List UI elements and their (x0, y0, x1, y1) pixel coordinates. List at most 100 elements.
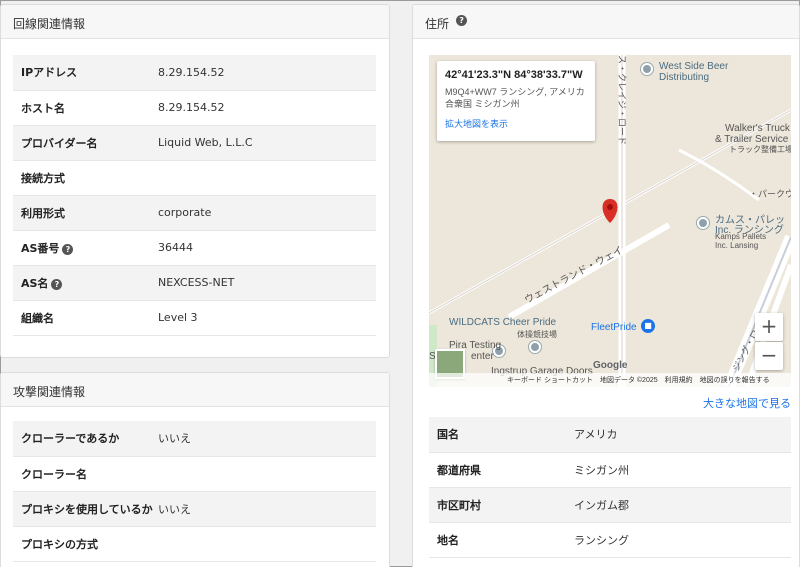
row-key: クローラーであるか (13, 421, 158, 457)
map-view[interactable]: West Side Beer Distributing ス・クレイジ・ロード W… (429, 55, 791, 387)
help-icon[interactable]: ? (456, 15, 468, 26)
table-row: プロバイダー名 Liquid Web, L.L.C (13, 125, 376, 161)
row-key: 都道府県 (429, 452, 574, 488)
table-row: ホスト名 8.29.154.52 (13, 90, 376, 126)
row-key-label: 都道府県 (437, 463, 481, 477)
table-row: IPアドレス 8.29.154.52 (13, 55, 376, 91)
network-info-title: 回線関連情報 (13, 17, 86, 31)
table-row: 市区町村 インガム郡 (429, 487, 791, 523)
table-row: 組織名 Level 3 (13, 300, 376, 336)
table-row: 国名 アメリカ (429, 417, 791, 453)
row-key-label: クローラー名 (21, 467, 87, 481)
enlarge-map-link[interactable]: 拡大地図を表示 (445, 117, 587, 130)
map-coordinates: 42°41'23.3"N 84°38'33.7"W (445, 69, 583, 81)
row-key: プロキシの方式 (13, 526, 158, 562)
attack-info-table: クローラーであるか いいえ クローラー名 プロキシを使用しているか いいえ プロキシの方式 (13, 421, 376, 562)
address-table: 国名 アメリカ都道府県 ミシガン州市区町村 インガム郡地名 ランシング (429, 417, 791, 558)
table-row: AS番号? 36444 (13, 230, 376, 266)
map-marker-icon[interactable] (602, 199, 618, 223)
row-key-label: 接続方式 (21, 171, 65, 185)
row-key: 地名 (429, 522, 574, 558)
table-row: 接続方式 (13, 160, 376, 196)
row-value (158, 160, 376, 196)
attack-info-title: 攻撃関連情報 (13, 385, 86, 399)
row-value: Liquid Web, L.L.C (158, 125, 376, 161)
network-info-header: 回線関連情報 (1, 5, 389, 39)
map-label: FleetPride (591, 322, 637, 333)
row-value (158, 526, 376, 562)
map-label: WILDCATS Cheer Pride (449, 317, 557, 328)
row-key-label: プロキシの方式 (21, 537, 98, 551)
row-key-label: プロバイダー名 (21, 136, 98, 150)
row-key-label: 利用形式 (21, 206, 65, 220)
table-row: クローラー名 (13, 456, 376, 492)
row-key-label: 組織名 (21, 311, 54, 325)
row-key: 組織名 (13, 300, 158, 336)
row-value: ランシング (574, 522, 791, 558)
row-key: 接続方式 (13, 160, 158, 196)
row-key: 国名 (429, 417, 574, 453)
row-key: ホスト名 (13, 90, 158, 126)
map-label: ・パークウ (749, 189, 791, 199)
map-info-popup: 42°41'23.3"N 84°38'33.7"W M9Q4+WW7 ランシング… (437, 61, 595, 141)
address-header: 住所 ? (413, 5, 799, 39)
lock-icon[interactable]: ■ (641, 319, 655, 333)
attack-info-header: 攻撃関連情報 (1, 373, 389, 407)
attack-info-card: 攻撃関連情報 クローラーであるか いいえ クローラー名 プロキシを使用しているか いいえ… (0, 372, 390, 567)
help-icon[interactable]: ? (51, 278, 63, 290)
row-value: 8.29.154.52 (158, 55, 376, 91)
map-label: ス・クレイジ・ロード (617, 55, 627, 146)
row-key: IPアドレス (13, 55, 158, 91)
row-key-label: 地名 (437, 533, 459, 547)
row-value: インガム郡 (574, 487, 791, 523)
row-key-label: ホスト名 (21, 101, 65, 115)
table-row: AS名? NEXCESS-NET (13, 265, 376, 301)
row-key: プロバイダー名 (13, 125, 158, 161)
row-value: ミシガン州 (574, 452, 791, 488)
table-row: プロキシを使用しているか いいえ (13, 491, 376, 527)
map-label: 体操競技場 (517, 330, 557, 339)
zoom-out-button[interactable]: − (755, 342, 783, 370)
help-icon[interactable]: ? (62, 243, 74, 255)
row-key: プロキシを使用しているか (13, 491, 158, 527)
row-key-label: クローラーであるか (21, 432, 120, 446)
row-key: AS番号? (13, 230, 158, 266)
poi-icon[interactable] (641, 63, 653, 75)
map-label: トラック整備工場 (729, 145, 791, 154)
table-row: プロキシの方式 (13, 526, 376, 562)
row-value (158, 456, 376, 492)
row-key: 市区町村 (429, 487, 574, 523)
map-label: Walker's Truck (725, 123, 790, 134)
row-key-label: AS番号 (21, 241, 60, 255)
address-title: 住所 (425, 17, 450, 31)
row-value: いいえ (158, 491, 376, 527)
table-row: 都道府県 ミシガン州 (429, 452, 791, 488)
map-label: Inc. Lansing (715, 241, 759, 250)
table-row: 地名 ランシング (429, 522, 791, 558)
row-key: AS名? (13, 265, 158, 301)
row-key-label: 国名 (437, 428, 459, 442)
network-info-card: 回線関連情報 IPアドレス 8.29.154.52 ホスト名 8.29.154.52 プ… (0, 4, 390, 358)
row-key: 利用形式 (13, 195, 158, 231)
map-attribution: キーボード ショートカット 地図データ ©2025 利用規約 地図の誤りを報告す… (429, 373, 791, 387)
row-key: クローラー名 (13, 456, 158, 492)
map-plus-code: M9Q4+WW7 ランシング, アメリカ合衆国 ミシガン州 (445, 87, 585, 109)
table-row: クローラーであるか いいえ (13, 421, 376, 457)
network-info-table: IPアドレス 8.29.154.52 ホスト名 8.29.154.52 プロバイダー名 L… (13, 55, 376, 336)
bigger-map-link[interactable]: 大きな地図で見る (703, 395, 791, 411)
row-value: アメリカ (574, 417, 791, 453)
row-key-label: IPアドレス (21, 66, 78, 80)
row-key-label: プロキシを使用しているか (21, 502, 153, 516)
row-value: NEXCESS-NET (158, 265, 376, 301)
row-value: いいえ (158, 421, 376, 457)
zoom-in-button[interactable]: + (755, 313, 783, 341)
map-label: enter (471, 351, 494, 362)
address-card: 住所 ? West Side Beer Distributing ス・クレイジ・… (412, 4, 800, 567)
row-key-label: 市区町村 (437, 498, 481, 512)
row-value: 8.29.154.52 (158, 90, 376, 126)
row-value: 36444 (158, 230, 376, 266)
row-key-label: AS名 (21, 276, 49, 290)
poi-icon[interactable] (529, 341, 541, 353)
map-label: West Side Beer (659, 61, 729, 72)
poi-icon[interactable] (697, 217, 709, 229)
